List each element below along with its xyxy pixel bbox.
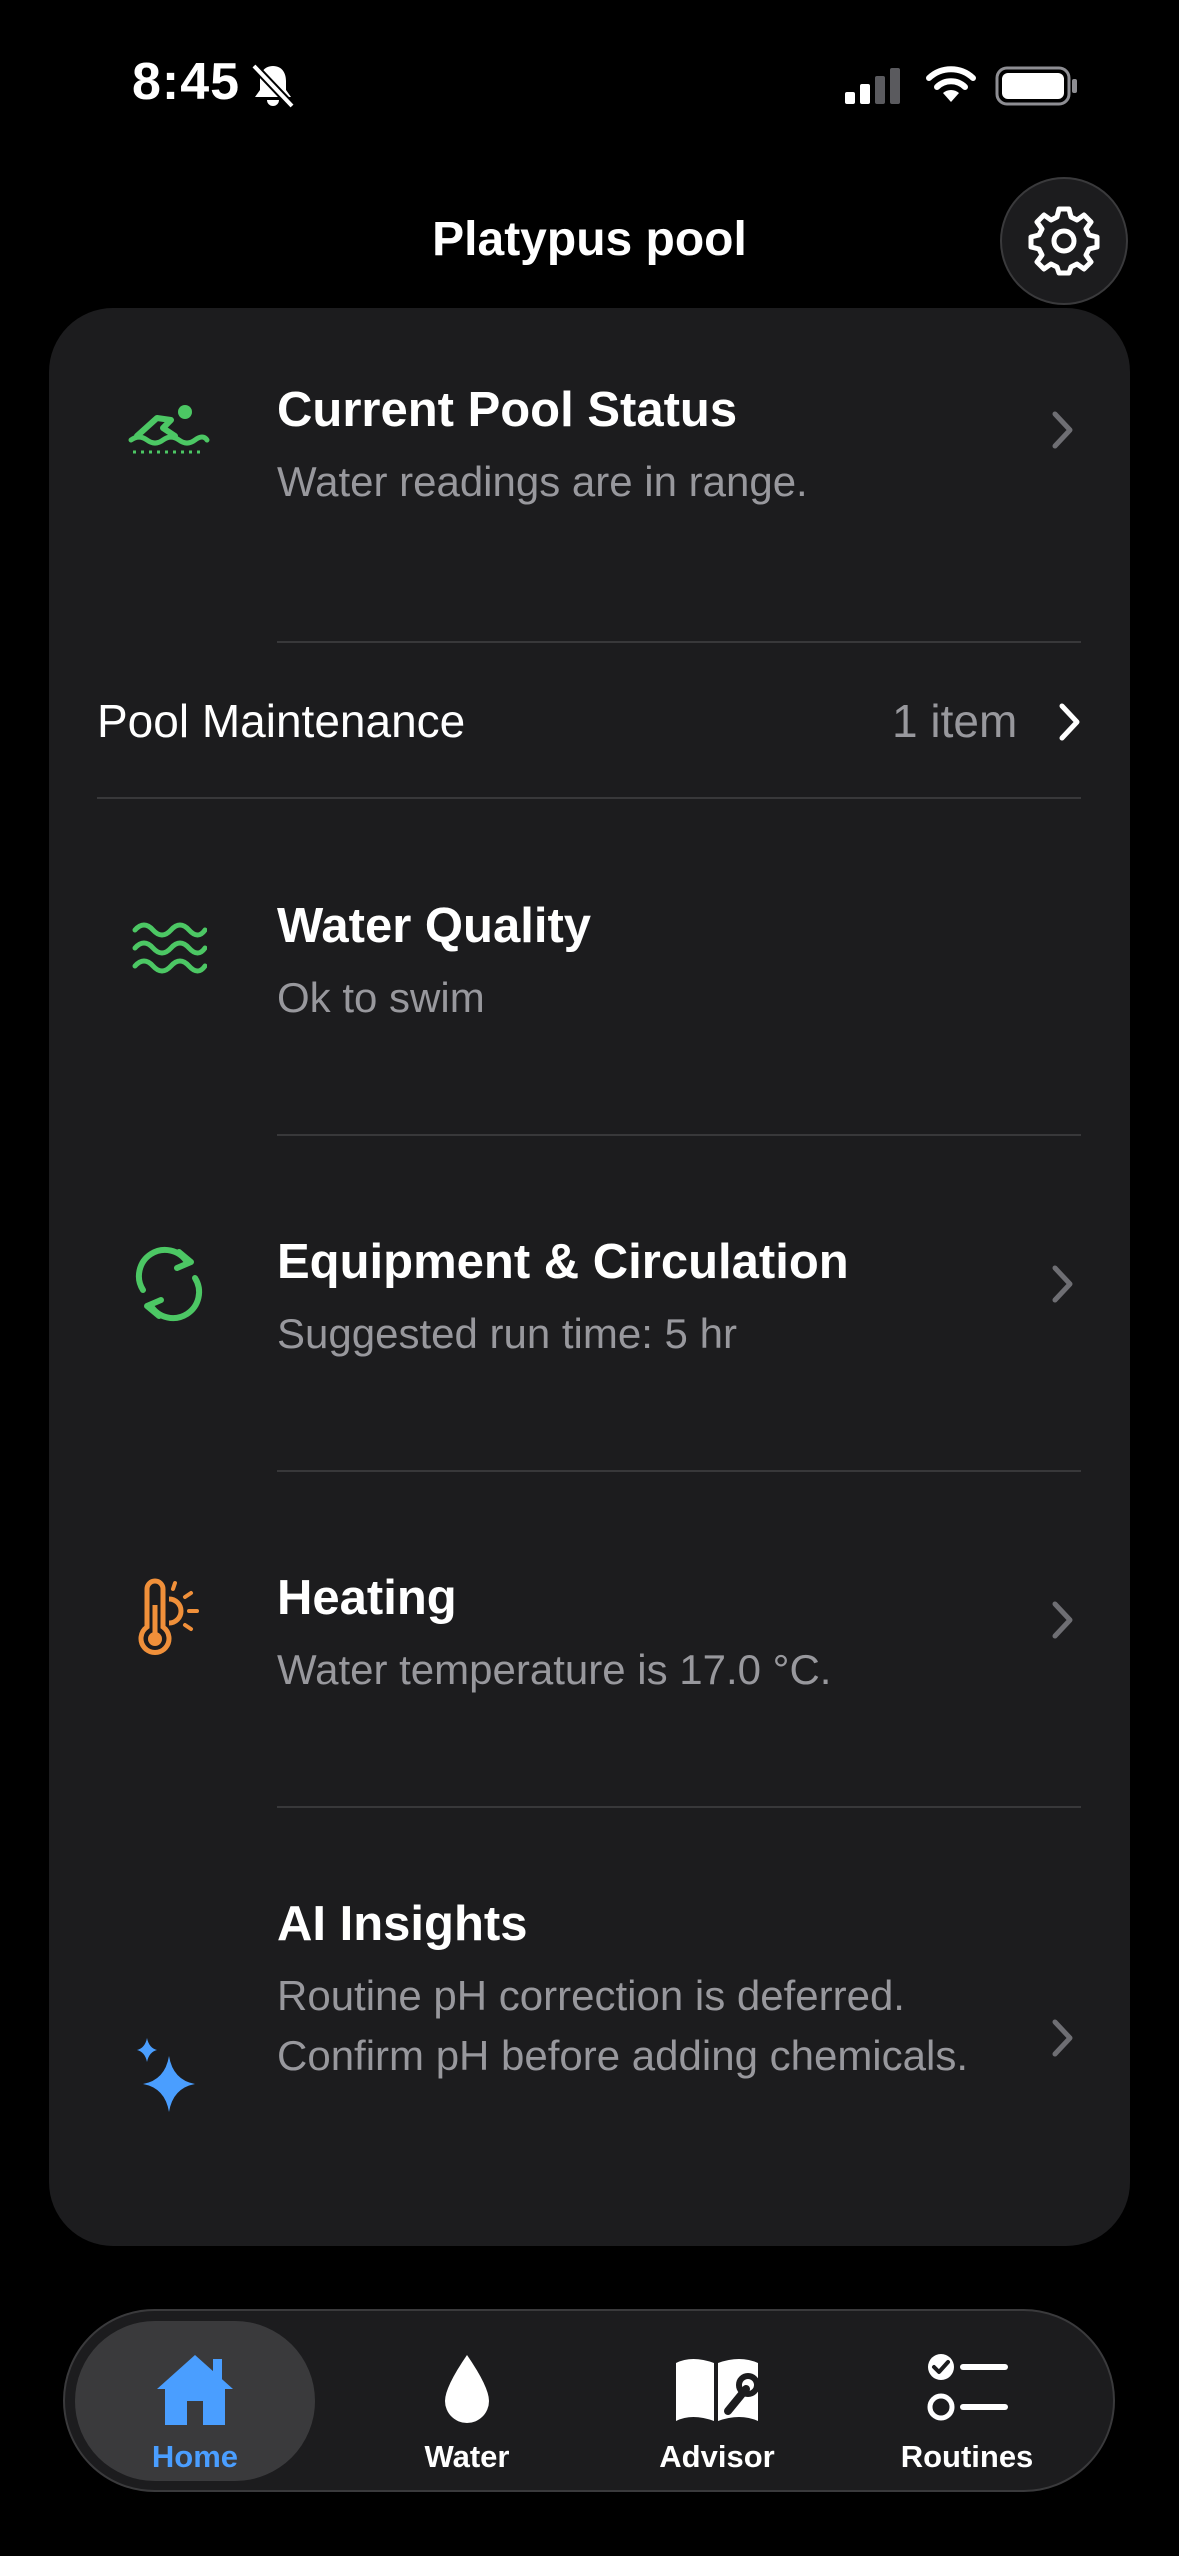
water-quality-title: Water Quality — [277, 899, 592, 953]
tab-routines-label: Routines — [900, 2439, 1034, 2474]
status-bar: 8:45 — [0, 0, 1179, 175]
tab-advisor-label: Advisor — [659, 2439, 775, 2474]
status-time: 8:45 — [132, 53, 241, 111]
water-waves-icon — [119, 898, 219, 998]
drop-icon — [445, 2355, 489, 2423]
tab-advisor[interactable]: Advisor — [597, 2321, 837, 2481]
bell-slash-icon — [251, 63, 295, 109]
chevron-right-icon — [1052, 1265, 1073, 1303]
water-quality-subtitle: Ok to swim — [277, 974, 485, 1021]
thermometer-sun-icon — [119, 1570, 219, 1670]
ai-insights-row[interactable]: AI Insights Routine pH correction is def… — [49, 1896, 1130, 2156]
circulation-arrows-icon — [119, 1234, 219, 1334]
wifi-icon — [926, 66, 976, 102]
divider — [97, 797, 1081, 799]
house-icon — [157, 2355, 233, 2425]
tab-bar: Home Water Advisor Routines — [63, 2309, 1115, 2492]
heating-title: Heating — [277, 1571, 457, 1625]
divider — [277, 1470, 1081, 1472]
signal-icon — [845, 68, 900, 104]
water-quality-row[interactable]: Water Quality Ok to swim — [49, 898, 1130, 1048]
pool-maintenance-label: Pool Maintenance — [97, 695, 466, 747]
equipment-title: Equipment & Circulation — [277, 1235, 849, 1289]
equipment-subtitle: Suggested run time: 5 hr — [277, 1310, 737, 1357]
pool-overview-card: Current Pool Status Water readings are i… — [49, 308, 1130, 2246]
chevron-right-icon — [1052, 1601, 1073, 1639]
heating-row[interactable]: Heating Water temperature is 17.0 °C. — [49, 1570, 1130, 1720]
swimmer-icon — [119, 380, 219, 480]
divider — [277, 1806, 1081, 1808]
chevron-right-icon — [1059, 703, 1080, 741]
tab-routines[interactable]: Routines — [847, 2321, 1087, 2481]
pool-status-subtitle: Water readings are in range. — [277, 458, 808, 505]
checklist-icon — [927, 2354, 1008, 2421]
tab-home[interactable]: Home — [75, 2321, 315, 2481]
ai-insights-subtitle: Routine pH correction is deferred. Confi… — [277, 1972, 968, 2079]
tab-home-label: Home — [151, 2439, 239, 2474]
sparkles-icon — [119, 2026, 219, 2126]
settings-button[interactable] — [1000, 177, 1128, 305]
tab-water[interactable]: Water — [347, 2321, 587, 2481]
divider — [277, 1134, 1081, 1136]
equipment-row[interactable]: Equipment & Circulation Suggested run ti… — [49, 1234, 1130, 1384]
ai-insights-title: AI Insights — [277, 1897, 528, 1951]
pool-status-row[interactable]: Current Pool Status Water readings are i… — [49, 378, 1130, 578]
book-wrench-icon — [676, 2359, 760, 2421]
tab-water-label: Water — [424, 2439, 510, 2474]
divider — [277, 641, 1081, 643]
chevron-right-icon — [1052, 411, 1073, 449]
pool-maintenance-count: 1 item — [892, 695, 1018, 747]
battery-icon — [995, 66, 1077, 106]
gear-icon — [1028, 206, 1100, 276]
chevron-right-icon — [1052, 2019, 1073, 2057]
heating-subtitle: Water temperature is 17.0 °C. — [277, 1646, 832, 1693]
pool-status-title: Current Pool Status — [277, 383, 738, 437]
